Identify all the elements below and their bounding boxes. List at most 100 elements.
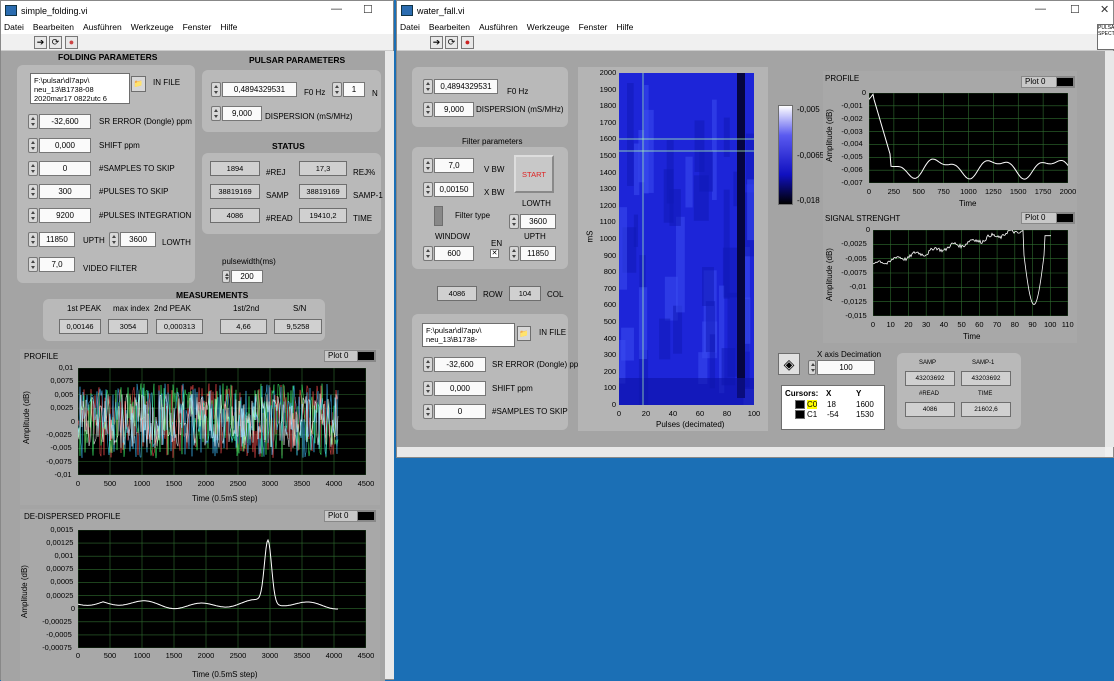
run-continuous-icon[interactable]: ⟳: [445, 36, 458, 49]
menu-item-1[interactable]: Bearbeiten: [429, 22, 470, 32]
profile-graph[interactable]: PROFILE Plot 0 0,01 0,0075 0,005 0,0025 0 -0,…: [20, 349, 380, 505]
wf-samples-skip-control[interactable]: 0: [423, 404, 486, 419]
wf-profile-graph[interactable]: PROFILE Plot 0 0 -0,001 -0,002 -0,003 -0,004…: [823, 71, 1077, 211]
menu-item-4[interactable]: Fenster: [183, 22, 212, 32]
pulses-skip-field[interactable]: 300: [39, 184, 91, 199]
increment-icon[interactable]: [509, 246, 519, 261]
n-control[interactable]: 1: [332, 82, 365, 97]
increment-icon[interactable]: [808, 360, 816, 375]
upth-field[interactable]: 11850: [39, 232, 75, 247]
increment-icon[interactable]: [211, 106, 221, 121]
increment-icon[interactable]: [423, 182, 433, 197]
increment-icon[interactable]: [423, 404, 433, 419]
dispersion-field[interactable]: 9,000: [222, 106, 262, 121]
lowth-control[interactable]: 3600: [109, 232, 156, 247]
wf-shift-control[interactable]: 0,000: [423, 381, 486, 396]
profile-plot-area[interactable]: [78, 368, 366, 475]
wf-f0-field[interactable]: 0,4894329531: [434, 79, 498, 94]
abort-icon[interactable]: ●: [65, 36, 78, 49]
cursor-c1-swatch[interactable]: [795, 410, 805, 419]
xbw-field[interactable]: 0,00150: [434, 182, 474, 197]
plot-legend[interactable]: Plot 0: [324, 350, 376, 362]
increment-icon[interactable]: [423, 381, 433, 396]
increment-icon[interactable]: [28, 161, 38, 176]
increment-icon[interactable]: [28, 257, 38, 272]
wf-lowth-field[interactable]: 3600: [520, 214, 556, 229]
menu-item-1[interactable]: Bearbeiten: [33, 22, 74, 32]
increment-icon[interactable]: [109, 232, 119, 247]
menu-item-3[interactable]: Werkzeuge: [131, 22, 174, 32]
cursor-c0-swatch[interactable]: [795, 400, 805, 409]
menu-item-2[interactable]: Ausführen: [83, 22, 122, 32]
sr-error-field[interactable]: -32,600: [39, 114, 91, 129]
left-vertical-scrollbar[interactable]: [385, 51, 394, 679]
signal-graph[interactable]: SIGNAL STRENGHT Plot 0 0 -0,0025 -0,005 -0,…: [823, 210, 1077, 343]
minimize-button[interactable]: —: [331, 3, 342, 15]
samples-skip-field[interactable]: 0: [39, 161, 91, 176]
menu-item-5[interactable]: Hilfe: [616, 22, 633, 32]
xbw-control[interactable]: 0,00150: [423, 182, 474, 197]
maximize-button[interactable]: ☐: [1070, 3, 1080, 16]
browse-folder-icon[interactable]: 📁: [131, 76, 146, 92]
menu-item-0[interactable]: Datei: [400, 22, 420, 32]
run-arrow-icon[interactable]: ➔: [430, 36, 443, 49]
right-horizontal-scrollbar[interactable]: [397, 447, 1105, 457]
maximize-button[interactable]: ☐: [363, 3, 373, 16]
increment-icon[interactable]: [211, 82, 221, 97]
start-button[interactable]: START: [514, 155, 554, 193]
abort-icon[interactable]: ●: [461, 36, 474, 49]
increment-icon[interactable]: [423, 102, 433, 117]
wf-samples-skip-field[interactable]: 0: [434, 404, 486, 419]
menu-item-0[interactable]: Datei: [4, 22, 24, 32]
pulsewidth-control[interactable]: 200: [222, 269, 263, 284]
increment-icon[interactable]: [28, 184, 38, 199]
wf-dispersion-control[interactable]: 9,000: [423, 102, 474, 117]
menu-item-2[interactable]: Ausführen: [479, 22, 518, 32]
lowth-field[interactable]: 3600: [120, 232, 156, 247]
menu-item-4[interactable]: Fenster: [579, 22, 608, 32]
vbw-control[interactable]: 7,0: [423, 158, 474, 173]
vbw-field[interactable]: 7,0: [434, 158, 474, 173]
minimize-button[interactable]: —: [1035, 3, 1046, 15]
video-filter-control[interactable]: 7,0: [28, 257, 75, 272]
increment-icon[interactable]: [28, 208, 38, 223]
increment-icon[interactable]: [332, 82, 342, 97]
waterfall-plot-area[interactable]: [619, 73, 754, 405]
wf-in-file-path[interactable]: F:\pulsar\dl7apv\ neu_13\B1738-: [422, 323, 515, 347]
wf-lowth-control[interactable]: 3600: [509, 214, 556, 229]
increment-icon[interactable]: [28, 114, 38, 129]
crosshair-icon[interactable]: ◈: [778, 353, 800, 375]
shift-control[interactable]: 0,000: [28, 138, 91, 153]
wf-sr-error-field[interactable]: -32,600: [434, 357, 486, 372]
wf-f0-control[interactable]: 0,4894329531: [423, 79, 498, 94]
menu-item-5[interactable]: Hilfe: [220, 22, 237, 32]
wf-upth-control[interactable]: 11850: [509, 246, 556, 261]
pulsewidth-field[interactable]: 200: [231, 270, 263, 283]
waterfall-graph[interactable]: 2000 1900 1800 1700 1600 1500 1400 1300 1200 1100…: [578, 67, 768, 431]
upth-control[interactable]: 11850: [28, 232, 75, 247]
close-button[interactable]: ✕: [1100, 3, 1109, 16]
shift-field[interactable]: 0,000: [39, 138, 91, 153]
plot-legend[interactable]: Plot 0: [1021, 76, 1075, 88]
signal-plot-area[interactable]: [873, 230, 1068, 316]
dedispersed-plot-area[interactable]: [78, 530, 366, 648]
en-checkbox[interactable]: ✕: [490, 249, 499, 258]
browse-folder-icon[interactable]: 📁: [517, 326, 531, 341]
dedispersed-graph[interactable]: DE-DISPERSED PROFILE Plot 0 0,0015 0,0012…: [20, 509, 380, 681]
decimation-field[interactable]: 100: [817, 360, 875, 375]
menu-item-3[interactable]: Werkzeuge: [527, 22, 570, 32]
window-field[interactable]: 600: [434, 246, 474, 261]
right-vertical-scrollbar[interactable]: [1105, 51, 1114, 447]
in-file-path[interactable]: F:\pulsar\dl7apv\ neu_13\B1738-08 2020ma…: [30, 73, 130, 104]
increment-icon[interactable]: [28, 138, 38, 153]
samples-skip-control[interactable]: 0: [28, 161, 91, 176]
increment-icon[interactable]: [423, 357, 433, 372]
wf-dispersion-field[interactable]: 9,000: [434, 102, 474, 117]
filter-type-toggle[interactable]: [434, 206, 443, 226]
run-continuous-icon[interactable]: ⟳: [49, 36, 62, 49]
decimation-control[interactable]: 100: [808, 360, 875, 375]
window-control[interactable]: 600: [423, 246, 474, 261]
f0-control[interactable]: 0,4894329531: [211, 82, 297, 97]
pulses-skip-control[interactable]: 300: [28, 184, 91, 199]
increment-icon[interactable]: [222, 270, 230, 283]
